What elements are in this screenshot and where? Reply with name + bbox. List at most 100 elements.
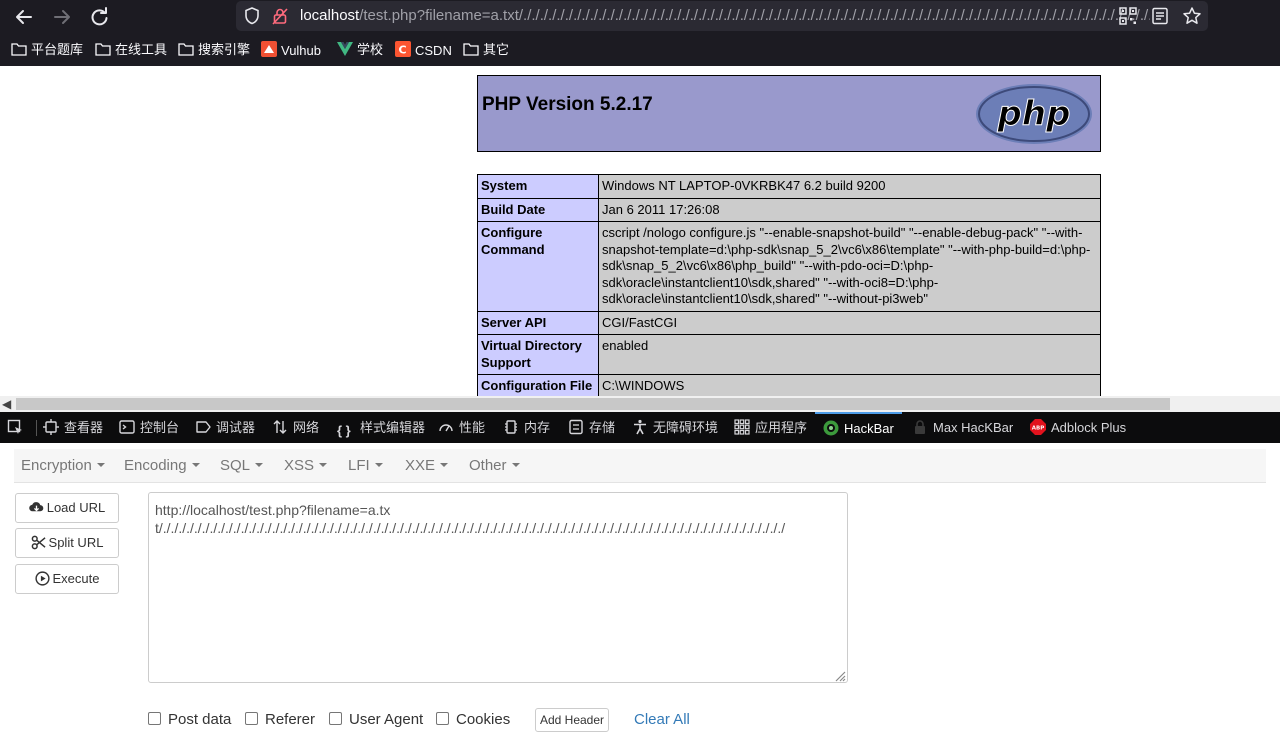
php-logo-icon: php <box>976 84 1092 144</box>
bookmark-star-icon[interactable] <box>1182 6 1202 26</box>
user-agent-option[interactable]: User Agent <box>329 709 423 731</box>
browser-toolbar: localhost/test.php?filename=a.txt/./././… <box>0 0 1280 34</box>
caret-down-icon <box>255 463 264 467</box>
insecure-lock-icon[interactable] <box>272 7 288 25</box>
tab-label: 调试器 <box>216 420 256 435</box>
element-picker-button[interactable] <box>7 412 28 443</box>
option-label: Referer <box>265 711 316 728</box>
bookmark-search-engines[interactable]: 搜索引擎 <box>178 41 250 59</box>
execute-button[interactable]: Execute <box>15 564 119 594</box>
url-textarea[interactable]: http://localhost/test.php?filename=a.txt… <box>148 492 848 683</box>
menu-lfi[interactable]: LFI <box>348 449 383 483</box>
row-value: enabled <box>598 334 1101 375</box>
caret-down-icon <box>374 463 383 467</box>
menu-label: SQL <box>220 457 251 474</box>
scroll-left-icon[interactable]: ◀ <box>2 396 11 412</box>
tab-accessibility[interactable]: 无障碍环境 <box>632 412 718 443</box>
folder-icon <box>178 43 194 56</box>
tab-adblock-plus[interactable]: ABP Adblock Plus <box>1030 412 1126 443</box>
tab-performance[interactable]: 性能 <box>438 412 485 443</box>
address-bar[interactable]: localhost/test.php?filename=a.txt/./././… <box>236 1 1208 31</box>
bookmark-vulhub[interactable]: Vulhub <box>261 41 321 59</box>
bookmark-platform[interactable]: 平台题库 <box>11 41 83 59</box>
bookmark-online-tools[interactable]: 在线工具 <box>95 41 167 59</box>
url-text[interactable]: localhost/test.php?filename=a.txt/./././… <box>300 1 1150 31</box>
scrollbar-thumb[interactable] <box>16 398 1170 410</box>
menu-encryption[interactable]: Encryption <box>21 449 105 483</box>
button-label: Load URL <box>46 500 106 515</box>
bookmark-label: 其它 <box>483 42 510 57</box>
load-url-button[interactable]: Load URL <box>15 493 119 523</box>
back-button[interactable] <box>12 5 36 29</box>
option-label: Cookies <box>456 711 511 728</box>
menu-label: Encoding <box>124 457 187 474</box>
tab-label: 样式编辑器 <box>360 420 426 435</box>
tracking-shield-icon[interactable] <box>244 7 260 25</box>
tab-debugger[interactable]: 调试器 <box>195 412 255 443</box>
tab-network[interactable]: 网络 <box>272 412 319 443</box>
tab-label: Adblock Plus <box>1051 420 1127 435</box>
add-header-button[interactable]: Add Header <box>535 708 609 732</box>
reload-button[interactable] <box>87 5 111 29</box>
vulhub-icon <box>261 41 277 57</box>
menu-sql[interactable]: SQL <box>220 449 264 483</box>
tab-label: 内存 <box>524 420 551 435</box>
cloud-download-icon <box>28 502 44 512</box>
tab-label: 网络 <box>293 420 320 435</box>
tab-memory[interactable]: 内存 <box>503 412 550 443</box>
tab-label: HackBar <box>844 421 894 436</box>
bookmark-other[interactable]: 其它 <box>463 41 509 59</box>
svg-text:C: C <box>399 44 407 57</box>
style-editor-icon: { } <box>337 423 351 438</box>
page-viewport: PHP Version 5.2.17 php System Windows NT … <box>0 66 1280 396</box>
cookies-checkbox[interactable] <box>436 712 449 725</box>
menu-label: Encryption <box>21 457 92 474</box>
tab-console[interactable]: 控制台 <box>119 412 179 443</box>
hackbar-panel: Encryption Encoding SQL XSS LFI XXE Othe… <box>0 443 1280 748</box>
table-row: Virtual Directory Support enabled <box>477 334 1101 375</box>
bookmark-label: Vulhub <box>281 43 321 58</box>
menu-xxe[interactable]: XXE <box>405 449 449 483</box>
clear-all-link[interactable]: Clear All <box>634 709 690 731</box>
tab-label: 存储 <box>589 420 616 435</box>
bookmark-csdn[interactable]: C CSDN <box>395 41 452 59</box>
menu-encoding[interactable]: Encoding <box>124 449 200 483</box>
split-url-button[interactable]: Split URL <box>15 528 119 558</box>
forward-button[interactable] <box>50 5 74 29</box>
cookies-option[interactable]: Cookies <box>436 709 510 731</box>
bookmark-school[interactable]: 学校 <box>337 41 383 59</box>
post-data-option[interactable]: Post data <box>148 709 231 731</box>
row-key: Configure Command <box>477 221 599 312</box>
reload-icon <box>91 7 108 26</box>
row-value: Jan 6 2011 17:26:08 <box>598 197 1101 222</box>
vue-icon <box>337 42 353 56</box>
button-label: Split URL <box>48 535 104 550</box>
tab-label: 控制台 <box>140 420 180 435</box>
memory-icon <box>505 420 517 434</box>
reader-view-icon[interactable] <box>1150 6 1170 26</box>
tab-inspector[interactable]: 查看器 <box>43 412 103 443</box>
play-circle-icon <box>34 571 50 586</box>
referer-option[interactable]: Referer <box>245 709 315 731</box>
application-icon <box>734 419 750 435</box>
menu-xss[interactable]: XSS <box>284 449 328 483</box>
qr-code-icon[interactable] <box>1118 6 1138 26</box>
tab-style-editor[interactable]: { } 样式编辑器 <box>337 412 425 443</box>
tab-application[interactable]: 应用程序 <box>734 412 807 443</box>
folder-icon <box>95 43 111 56</box>
tab-hackbar[interactable]: HackBar <box>815 412 902 443</box>
scissors-icon <box>31 535 46 550</box>
row-value: cscript /nologo configure.js "--enable-s… <box>598 221 1101 312</box>
referer-checkbox[interactable] <box>245 712 258 725</box>
post-data-checkbox[interactable] <box>148 712 161 725</box>
user-agent-checkbox[interactable] <box>329 712 342 725</box>
debugger-icon <box>196 421 211 433</box>
row-key: Build Date <box>477 197 599 222</box>
bookmark-label: CSDN <box>415 43 452 58</box>
tab-max-hackbar[interactable]: Max HacKBar <box>912 412 1013 443</box>
url-host: localhost <box>300 7 360 24</box>
tab-storage[interactable]: 存储 <box>568 412 615 443</box>
horizontal-scrollbar[interactable]: ◀ <box>0 396 1280 412</box>
resize-handle-icon[interactable] <box>832 668 846 682</box>
menu-other[interactable]: Other <box>469 449 520 483</box>
